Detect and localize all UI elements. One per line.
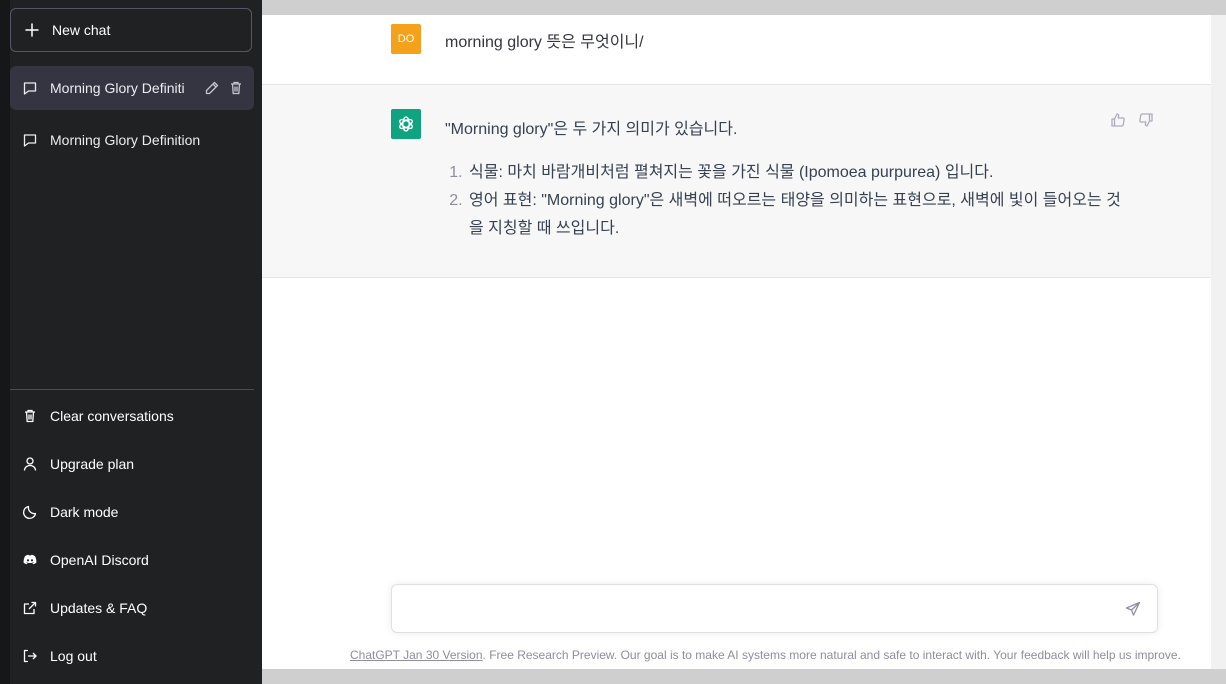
- conversation-title: Morning Glory Definiti: [50, 80, 185, 96]
- conversation-title: Morning Glory Definition: [50, 132, 201, 148]
- scrollbar[interactable]: [1211, 15, 1226, 669]
- log-out-label: Log out: [50, 648, 97, 664]
- logout-icon: [22, 648, 38, 664]
- conversation-item[interactable]: Morning Glory Definition: [10, 118, 254, 162]
- delete-trash-icon[interactable]: [228, 80, 244, 96]
- assistant-intro: "Morning glory"은 두 가지 의미가 있습니다.: [445, 121, 738, 138]
- send-icon[interactable]: [1125, 601, 1141, 617]
- chat-bubble-icon: [22, 80, 38, 96]
- assistant-list: 식물: 마치 바람개비처럼 펼쳐지는 꽃을 가진 식물 (Ipomoea pur…: [441, 159, 1127, 243]
- edit-pencil-icon[interactable]: [204, 80, 220, 96]
- openai-discord-label: OpenAI Discord: [50, 552, 149, 568]
- updates-faq-link[interactable]: Updates & FAQ: [10, 586, 254, 630]
- clear-conversations-label: Clear conversations: [50, 408, 174, 424]
- footer-note: ChatGPT Jan 30 Version. Free Research Pr…: [350, 648, 1181, 662]
- upgrade-plan-label: Upgrade plan: [50, 456, 135, 472]
- trash-icon: [22, 408, 38, 424]
- updates-faq-label: Updates & FAQ: [50, 600, 148, 616]
- openai-logo-icon: [391, 109, 421, 139]
- user-message-row: DO morning glory 뜻은 무엇이니/: [262, 15, 1211, 85]
- new-chat-label: New chat: [52, 22, 111, 38]
- conversation-item-active[interactable]: Morning Glory Definiti: [10, 66, 254, 110]
- chat-main: DO morning glory 뜻은 무엇이니/ "Morning glory…: [262, 15, 1226, 669]
- footer-text: . Free Research Preview. Our goal is to …: [482, 648, 1181, 662]
- message-input[interactable]: [404, 597, 1108, 625]
- thumbs-down-icon[interactable]: [1138, 112, 1154, 128]
- sidebar-divider: [10, 389, 254, 390]
- assistant-message-row: "Morning glory"은 두 가지 의미가 있습니다. 식물: 마치 바…: [262, 85, 1226, 278]
- log-out-button[interactable]: Log out: [10, 634, 254, 678]
- user-icon: [22, 456, 38, 472]
- external-link-icon: [22, 600, 38, 616]
- sidebar-edge: [0, 0, 10, 684]
- list-item: 영어 표현: "Morning glory"은 새벽에 떠오르는 태양을 의미하…: [467, 187, 1127, 243]
- user-message: morning glory 뜻은 무엇이니/: [445, 34, 644, 51]
- moon-icon: [22, 504, 38, 520]
- list-item: 식물: 마치 바람개비처럼 펼쳐지는 꽃을 가진 식물 (Ipomoea pur…: [467, 159, 1127, 187]
- chat-bubble-icon: [22, 132, 38, 148]
- plus-icon: [24, 22, 40, 38]
- upgrade-plan-button[interactable]: Upgrade plan: [10, 442, 254, 486]
- sidebar: New chat Morning Glory Definiti Morning …: [0, 0, 262, 684]
- new-chat-button[interactable]: New chat: [10, 8, 252, 52]
- message-input-box[interactable]: [391, 584, 1158, 633]
- openai-discord-link[interactable]: OpenAI Discord: [10, 538, 254, 582]
- dark-mode-label: Dark mode: [50, 504, 119, 520]
- dark-mode-button[interactable]: Dark mode: [10, 490, 254, 534]
- version-link[interactable]: ChatGPT Jan 30 Version: [350, 648, 483, 662]
- user-avatar: DO: [391, 24, 421, 54]
- clear-conversations-button[interactable]: Clear conversations: [10, 394, 254, 438]
- thumbs-up-icon[interactable]: [1110, 112, 1126, 128]
- discord-icon: [22, 552, 38, 568]
